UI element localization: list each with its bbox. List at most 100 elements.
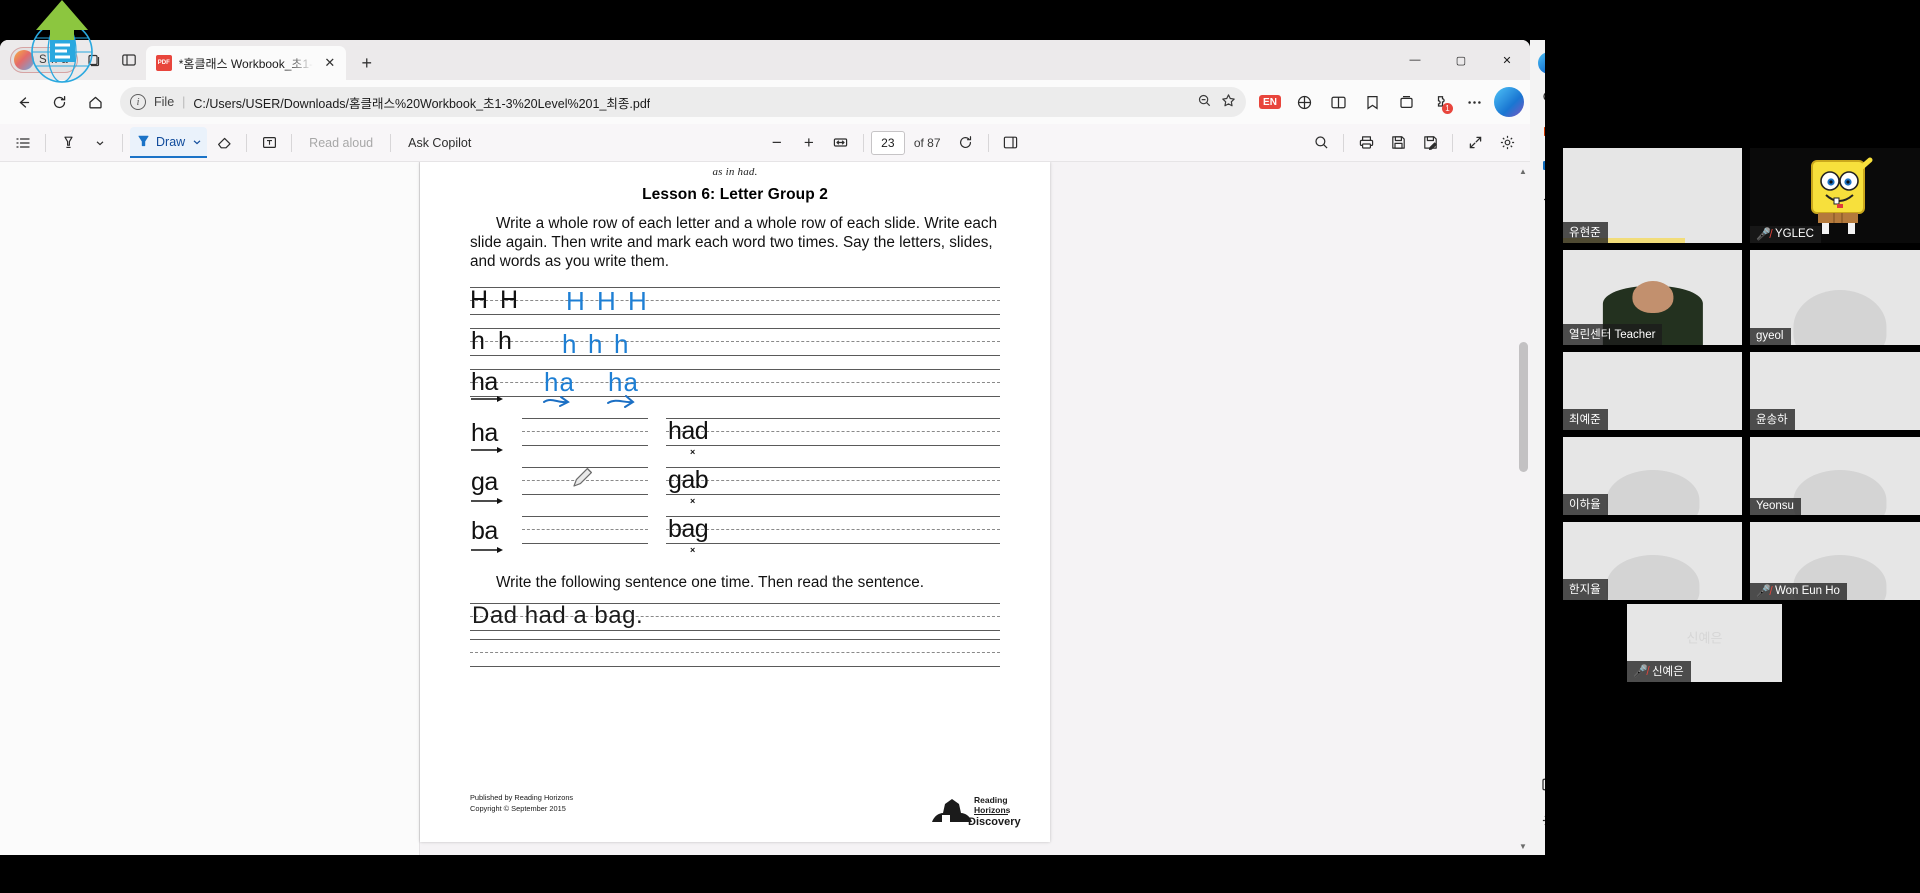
participant-tile[interactable]: 윤송하: [1750, 352, 1920, 430]
toolbar-divider: [45, 133, 46, 152]
maximize-button[interactable]: ▢: [1438, 40, 1484, 80]
ask-copilot-button[interactable]: Ask Copilot: [398, 128, 481, 158]
participant-tile[interactable]: 유현준: [1563, 148, 1742, 243]
new-tab-button[interactable]: +: [352, 48, 382, 78]
save-as-icon[interactable]: [1415, 128, 1445, 158]
extensions-icon[interactable]: 1: [1424, 86, 1456, 118]
participant-tile[interactable]: 이하율: [1563, 437, 1742, 515]
print-icon[interactable]: [1351, 128, 1381, 158]
omnibox-actions: [1197, 93, 1236, 111]
fit-to-page-icon[interactable]: [826, 128, 856, 158]
pdf-viewer[interactable]: as in had. Lesson 6: Letter Group 2 Writ…: [0, 162, 1530, 855]
pdf-scrollbar-thumb[interactable]: [1519, 342, 1528, 472]
ink-annotation: h: [562, 329, 578, 360]
participant-tile[interactable]: gyeol: [1750, 250, 1920, 345]
write-blank-2[interactable]: bag ×: [666, 514, 1000, 559]
table-of-contents-icon[interactable]: [8, 128, 38, 158]
practice-row-H[interactable]: H H H H H: [470, 285, 1000, 322]
fullscreen-icon[interactable]: [1460, 128, 1490, 158]
toolbar-divider-7: [987, 133, 989, 152]
participant-tile[interactable]: 열린센터 Teacher: [1563, 250, 1742, 345]
save-icon[interactable]: [1383, 128, 1413, 158]
participant-name-chip: 🎤̸ YGLEC: [1750, 226, 1821, 243]
participant-name-chip: 한지율: [1563, 579, 1608, 600]
sentence-row-1[interactable]: Dad had a bag.: [470, 601, 1000, 635]
language-badge-label: EN: [1259, 95, 1281, 109]
scroll-up-arrow[interactable]: ▲: [1517, 164, 1529, 178]
desktop-background-bottom: [0, 855, 1545, 893]
browser-tab[interactable]: PDF *홈클래스 Workbook_초1-3 Leve ✕: [145, 46, 346, 80]
zoom-out-button[interactable]: −: [762, 128, 792, 158]
page-view-icon[interactable]: [996, 128, 1026, 158]
browser-essentials-icon[interactable]: [1288, 86, 1320, 118]
split-screen-icon[interactable]: [1322, 86, 1354, 118]
mic-muted-icon: 🎤̸: [1633, 664, 1648, 678]
scroll-down-arrow[interactable]: ▼: [1517, 839, 1529, 853]
mark-x-icon: ×: [690, 496, 696, 507]
close-window-button[interactable]: ✕: [1484, 40, 1530, 80]
draw-tool-label: Draw: [156, 134, 186, 149]
practice-row-h[interactable]: h h h h h: [470, 326, 1000, 363]
eraser-icon[interactable]: [209, 128, 239, 158]
copilot-button[interactable]: [1494, 87, 1524, 117]
mark-x-icon: ×: [690, 545, 696, 556]
zoom-in-button[interactable]: +: [794, 128, 824, 158]
find-icon[interactable]: [1306, 128, 1336, 158]
participant-tile[interactable]: 🎤̸ YGLEC: [1750, 148, 1920, 243]
participant-tile[interactable]: 최예준: [1563, 352, 1742, 430]
ink-arrow-icon: [607, 395, 635, 409]
ink-annotation: H: [597, 286, 617, 317]
page-number-input[interactable]: [870, 130, 905, 155]
participant-tile[interactable]: 신예은 🎤̸ 신예은: [1627, 604, 1782, 682]
participant-tile[interactable]: Yeonsu: [1750, 437, 1920, 515]
workspaces-icon[interactable]: [78, 43, 112, 77]
draw-tool-button[interactable]: Draw: [130, 127, 208, 158]
home-icon[interactable]: [78, 85, 112, 119]
toolbar-divider-5: [390, 133, 392, 152]
add-text-icon[interactable]: [254, 128, 284, 158]
ruled-lines: [470, 285, 1000, 322]
toolbar-divider-2: [122, 133, 123, 152]
more-options-icon[interactable]: [1458, 86, 1490, 118]
favorite-star-icon[interactable]: [1221, 93, 1236, 111]
read-aloud-button[interactable]: Read aloud: [299, 128, 383, 158]
tab-actions-icon[interactable]: [112, 43, 146, 77]
participant-name: 열린센터 Teacher: [1569, 329, 1656, 341]
pdf-page[interactable]: as in had. Lesson 6: Letter Group 2 Writ…: [420, 162, 1050, 842]
write-blank-2[interactable]: had ×: [666, 416, 1000, 461]
highlight-dropdown-icon[interactable]: [85, 128, 115, 158]
profile-button[interactable]: S… a: [10, 47, 78, 73]
tab-strip: S… a PDF *홈클래스 Workbook_초1-3 Leve ✕ + — …: [0, 40, 1530, 80]
write-blank-1[interactable]: [522, 416, 648, 461]
participant-tile-active-speaker[interactable]: 한지율: [1563, 522, 1742, 600]
close-tab-icon[interactable]: ✕: [320, 53, 340, 73]
participant-tile[interactable]: 🎤̸ Won Eun Ho: [1750, 522, 1920, 600]
info-icon[interactable]: i: [130, 94, 146, 110]
collections-icon[interactable]: [1390, 86, 1422, 118]
instruction-1: Write a whole row of each letter and a w…: [470, 215, 998, 270]
practice-row-ha-slide[interactable]: ha ha ha: [470, 367, 1000, 412]
page-footer-credit: Published by Reading Horizons Copyright …: [470, 792, 573, 814]
write-blank-2[interactable]: gab ×: [666, 465, 1000, 510]
url-bar[interactable]: i File | C:/Users/USER/Downloads/홈클래스%20…: [120, 87, 1246, 117]
settings-gear-icon[interactable]: [1492, 128, 1522, 158]
practice-row-bag[interactable]: ba bag ×: [470, 514, 1000, 559]
refresh-icon[interactable]: [42, 85, 76, 119]
sentence-row-2[interactable]: [470, 637, 1000, 671]
ink-annotation: h: [614, 329, 630, 360]
zoom-out-page-icon[interactable]: [1197, 93, 1212, 111]
pdf-scrollbar[interactable]: ▲ ▼: [1516, 162, 1530, 855]
favorites-icon[interactable]: [1356, 86, 1388, 118]
back-icon[interactable]: [6, 85, 40, 119]
model-letter-2: h: [498, 327, 512, 356]
highlight-icon[interactable]: [53, 128, 83, 158]
write-blank-1[interactable]: [522, 514, 648, 559]
practice-row-gab[interactable]: ga gab ×: [470, 465, 1000, 510]
rotate-icon[interactable]: [951, 128, 981, 158]
minimize-button[interactable]: —: [1392, 40, 1438, 80]
reading-horizons-logo: Reading Horizons Discovery: [928, 792, 1021, 828]
sentence-area[interactable]: Dad had a bag.: [470, 601, 1000, 671]
practice-row-had[interactable]: ha had ×: [470, 416, 1000, 461]
language-badge[interactable]: EN: [1254, 86, 1286, 118]
participant-name-chip: 🎤̸ Won Eun Ho: [1750, 583, 1847, 600]
